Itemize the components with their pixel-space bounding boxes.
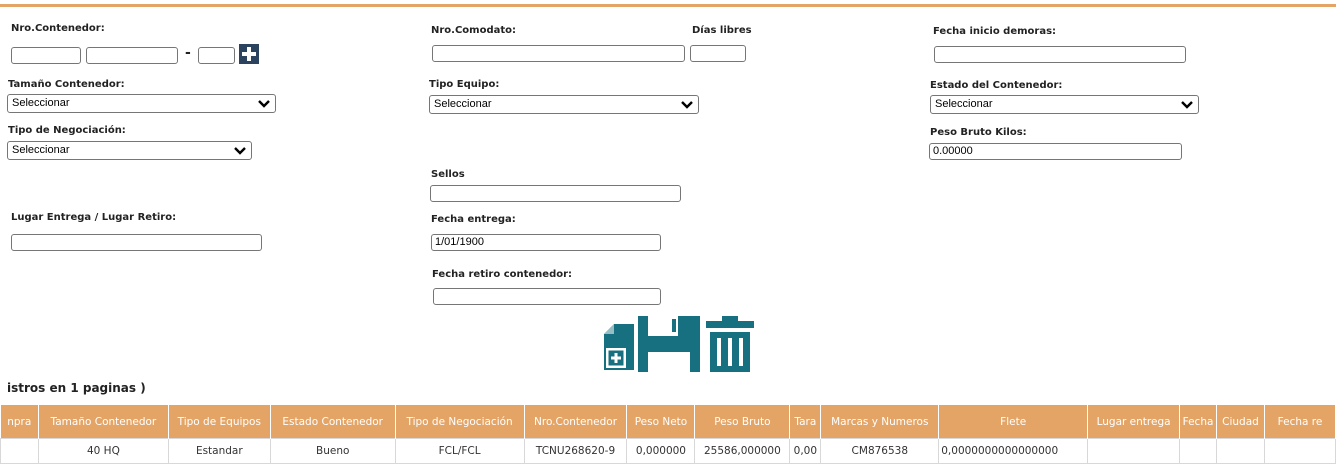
records-summary: istros en 1 paginas ) xyxy=(7,381,146,395)
fecha-inicio-demoras-label: Fecha inicio demoras: xyxy=(933,26,1057,37)
table-cell: 0,0000000000000000 xyxy=(938,438,1089,464)
fecha-inicio-demoras-input[interactable] xyxy=(934,46,1186,63)
col-header-nro-contenedor[interactable]: Nro.Contenedor xyxy=(524,405,628,439)
tipo-negociacion-selected: Seleccionar xyxy=(12,144,70,156)
table-cell xyxy=(1263,438,1336,464)
col-header-estado[interactable]: Estado Contenedor xyxy=(270,405,396,439)
dias-libres-label: Días libres xyxy=(692,25,752,36)
trash-icon[interactable] xyxy=(706,316,754,372)
fecha-retiro-label: Fecha retiro contenedor: xyxy=(432,269,573,280)
tamano-contenedor-label: Tamaño Contenedor: xyxy=(8,79,125,90)
tipo-negociacion-select[interactable]: Seleccionar xyxy=(7,141,252,160)
fecha-retiro-input[interactable] xyxy=(433,288,661,305)
sellos-input[interactable] xyxy=(430,185,681,202)
lugar-entrega-label: Lugar Entrega / Lugar Retiro: xyxy=(11,212,177,223)
col-header-tara[interactable]: Tara xyxy=(789,405,822,439)
table-cell: 25586,000000 xyxy=(694,438,791,464)
tipo-equipo-select[interactable]: Seleccionar xyxy=(429,95,699,114)
lugar-entrega-input[interactable] xyxy=(11,234,262,251)
nro-contenedor-label: Nro.Contenedor: xyxy=(11,23,105,34)
nro-comodato-input[interactable] xyxy=(432,45,685,62)
tamano-contenedor-selected: Seleccionar xyxy=(12,97,70,109)
peso-bruto-kilos-input[interactable]: 0.00000 xyxy=(929,143,1182,160)
col-header-marcas[interactable]: Marcas y Numeros xyxy=(820,405,940,439)
table-cell xyxy=(1216,438,1265,464)
table-cell: FCL/FCL xyxy=(394,438,525,464)
add-file-icon[interactable] xyxy=(602,316,636,372)
fecha-entrega-input[interactable]: 1/01/1900 xyxy=(431,234,661,251)
fecha-entrega-label: Fecha entrega: xyxy=(431,214,516,225)
table-cell: 40 HQ xyxy=(37,438,169,464)
nro-contenedor-separator: - xyxy=(185,45,191,61)
table-header-row: npra Tamaño Contenedor Tipo de Equipos E… xyxy=(0,405,1336,439)
col-header-flete[interactable]: Flete xyxy=(938,405,1089,439)
table-cell xyxy=(1179,438,1218,464)
chevron-down-icon xyxy=(1181,101,1193,109)
chevron-down-icon xyxy=(258,100,270,108)
estado-contenedor-selected: Seleccionar xyxy=(935,98,993,110)
floppy-disk-icon[interactable] xyxy=(638,316,701,372)
chevron-down-icon xyxy=(234,147,246,155)
col-header-tamano[interactable]: Tamaño Contenedor xyxy=(38,405,169,439)
col-header-compra[interactable]: npra xyxy=(0,405,39,439)
dias-libres-input[interactable] xyxy=(690,45,746,62)
tamano-contenedor-select[interactable]: Seleccionar xyxy=(7,94,276,113)
nro-contenedor-check-digit-input[interactable] xyxy=(198,47,235,64)
table-cell: CM876538 xyxy=(820,438,940,464)
col-header-fecha[interactable]: Fecha xyxy=(1179,405,1218,439)
col-header-tipo-negociacion[interactable]: Tipo de Negociación xyxy=(395,405,525,439)
table-cell: 0,00 xyxy=(789,438,822,464)
containers-table: npra Tamaño Contenedor Tipo de Equipos E… xyxy=(0,405,1336,464)
estado-contenedor-select[interactable]: Seleccionar xyxy=(930,95,1199,114)
col-header-fecha-retiro[interactable]: Fecha re xyxy=(1264,405,1336,439)
plus-icon[interactable] xyxy=(239,44,259,64)
top-accent-line xyxy=(0,4,1336,7)
col-header-tipo-equipos[interactable]: Tipo de Equipos xyxy=(168,405,271,439)
estado-contenedor-label: Estado del Contenedor: xyxy=(930,80,1063,91)
col-header-peso-neto[interactable]: Peso Neto xyxy=(626,405,696,439)
sellos-label: Sellos xyxy=(431,169,465,180)
table-cell xyxy=(0,438,39,464)
nro-contenedor-part1-input[interactable] xyxy=(11,47,81,64)
col-header-lugar-entrega[interactable]: Lugar entrega xyxy=(1087,405,1181,439)
col-header-peso-bruto[interactable]: Peso Bruto xyxy=(694,405,791,439)
nro-contenedor-part2-input[interactable] xyxy=(86,47,178,64)
table-cell: 0,000000 xyxy=(626,438,696,464)
col-header-ciudad[interactable]: Ciudad xyxy=(1216,405,1265,439)
nro-comodato-label: Nro.Comodato: xyxy=(431,25,517,36)
chevron-down-icon xyxy=(681,101,693,109)
tipo-equipo-selected: Seleccionar xyxy=(434,98,492,110)
table-cell: Bueno xyxy=(269,438,396,464)
tipo-negociacion-label: Tipo de Negociación: xyxy=(8,125,126,136)
table-row[interactable]: 40 HQ Estandar Bueno FCL/FCL TCNU268620-… xyxy=(0,438,1336,464)
table-cell: TCNU268620-9 xyxy=(523,438,628,464)
table-cell: Estandar xyxy=(167,438,271,464)
table-cell xyxy=(1087,438,1181,464)
peso-bruto-kilos-label: Peso Bruto Kilos: xyxy=(930,127,1027,138)
tipo-equipo-label: Tipo Equipo: xyxy=(429,79,500,90)
